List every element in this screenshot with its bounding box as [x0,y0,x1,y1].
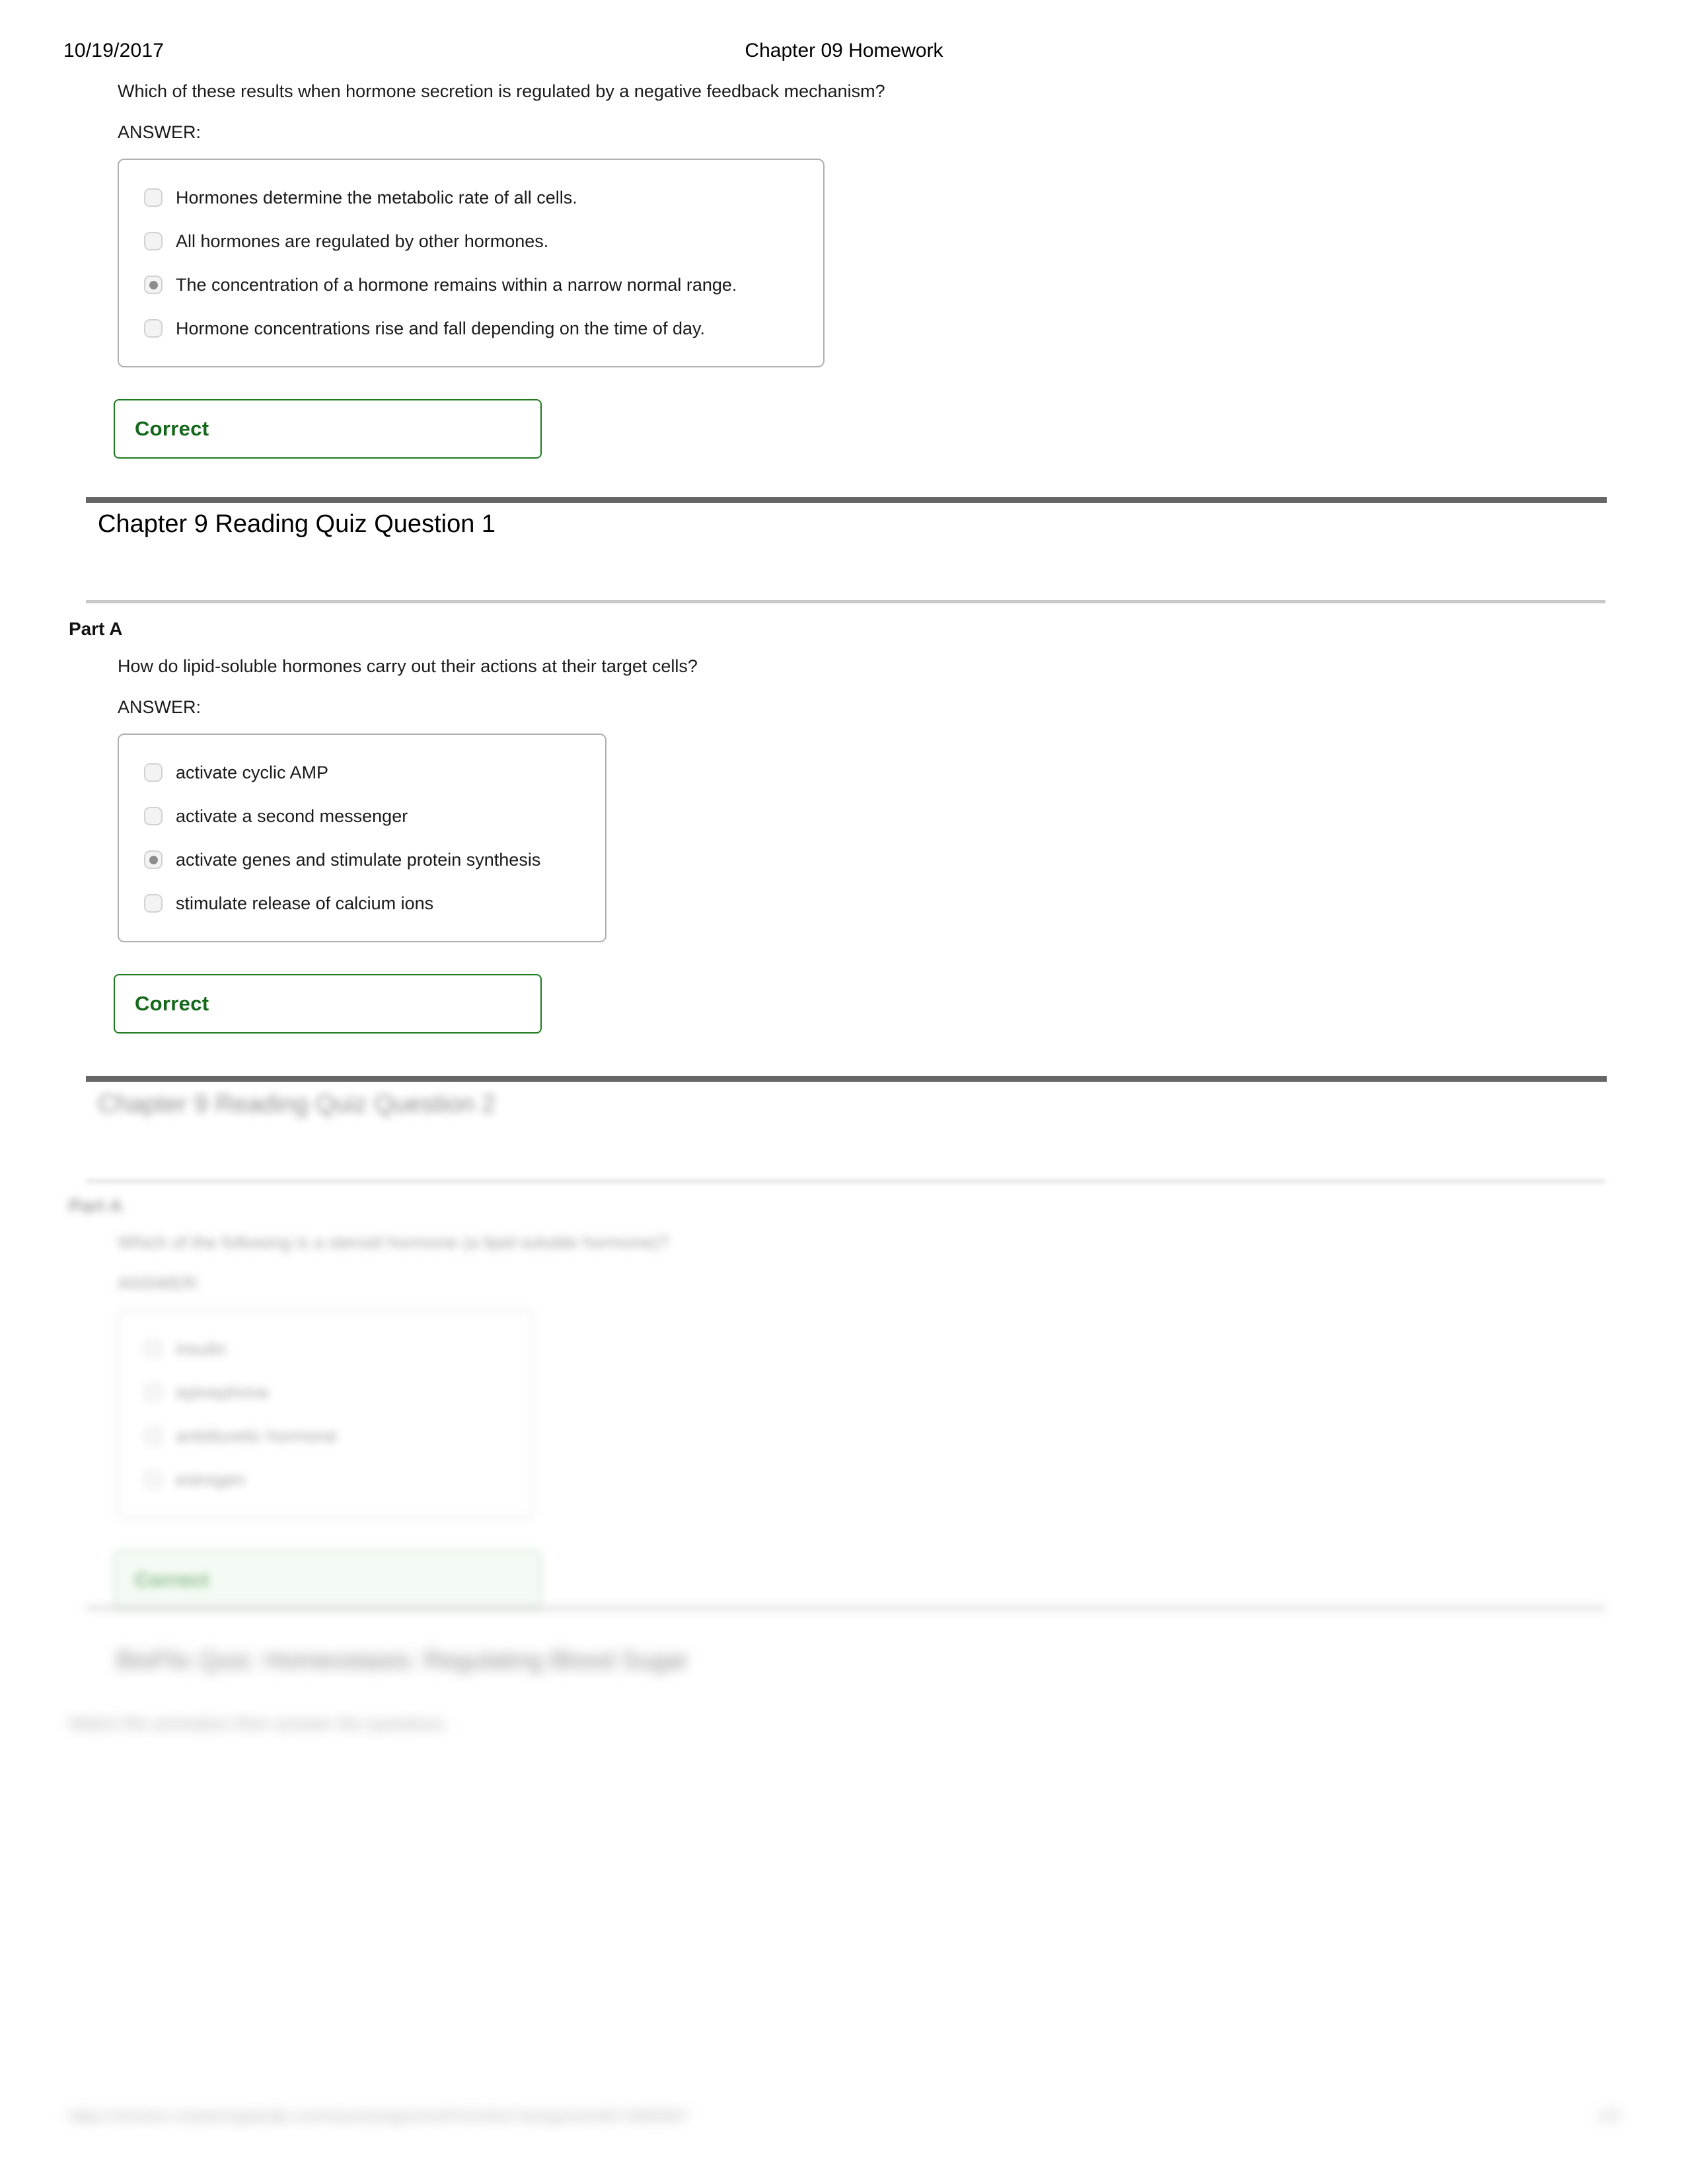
option-label: activate a second messenger [176,806,408,826]
option-row[interactable]: The concentration of a hormone remains w… [119,263,823,307]
radio-unselected-icon[interactable] [144,1339,163,1358]
question-stem: How do lipid-soluble hormones carry out … [118,656,698,676]
options-box: Hormones determine the metabolic rate of… [118,159,825,367]
radio-unselected-icon[interactable] [144,319,163,338]
section-divider-light [86,1606,1605,1610]
option-label: Hormone concentrations rise and fall dep… [176,319,705,338]
radio-selected-icon[interactable] [144,850,163,869]
section-subtitle: Watch the animation then answer the ques… [69,1713,449,1733]
section-divider-light [86,1180,1605,1183]
option-label: insulin [176,1339,227,1359]
option-label: activate genes and stimulate protein syn… [176,850,541,870]
option-row[interactable]: antidiuretic hormone [119,1414,532,1458]
result-banner-correct: Correct [114,974,542,1034]
header-title: Chapter 09 Homework [745,40,943,61]
radio-unselected-icon[interactable] [144,1383,163,1402]
radio-unselected-icon[interactable] [144,1427,163,1445]
option-row[interactable]: activate cyclic AMP [119,751,605,794]
result-text: Correct [135,992,209,1015]
option-row[interactable]: estrogen [119,1458,532,1501]
option-label: activate cyclic AMP [176,763,329,782]
question-stem: Which of these results when hormone secr… [118,81,885,101]
footer-url: https://session.masteringaandp.com/myct/… [69,2107,690,2125]
part-label: Part A [69,1195,123,1216]
option-label: stimulate release of calcium ions [176,893,434,913]
radio-unselected-icon[interactable] [144,763,163,782]
options-box: insulin epinephrine antidiuretic hormone… [118,1310,534,1519]
option-row[interactable]: Hormone concentrations rise and fall dep… [119,307,823,350]
option-label: antidiuretic hormone [176,1426,338,1446]
question-stem: Which of the following is a steroid horm… [118,1232,669,1252]
answer-label: ANSWER: [118,1273,202,1293]
answer-label: ANSWER: [118,122,202,142]
section-divider-dark [86,1076,1607,1082]
option-label: epinephrine [176,1382,270,1402]
page-footer: https://session.masteringaandp.com/myct/… [0,2105,1688,2140]
printed-assignment-page: 10/19/2017 Chapter 09 Homework Which of … [0,0,1688,2184]
radio-unselected-icon[interactable] [144,807,163,825]
radio-unselected-icon[interactable] [144,188,163,207]
option-label: The concentration of a hormone remains w… [176,275,737,295]
option-row[interactable]: epinephrine [119,1371,532,1414]
option-label: Hormones determine the metabolic rate of… [176,188,577,207]
section-divider-dark [86,497,1607,503]
answer-label: ANSWER: [118,697,202,717]
section-title: Chapter 9 Reading Quiz Question 2 [98,1090,496,1118]
radio-selected-icon[interactable] [144,276,163,294]
option-row[interactable]: All hormones are regulated by other horm… [119,219,823,263]
result-text: Correct [135,417,209,440]
result-text: Correct [135,1568,209,1591]
radio-unselected-icon[interactable] [144,232,163,250]
page-header: 10/19/2017 Chapter 09 Homework [0,38,1688,67]
section-divider-light [86,600,1605,603]
option-row[interactable]: insulin [119,1327,532,1371]
section-title: Chapter 9 Reading Quiz Question 1 [98,510,496,538]
radio-unselected-icon[interactable] [144,894,163,913]
option-label: estrogen [176,1470,246,1489]
option-row[interactable]: stimulate release of calcium ions [119,882,605,925]
part-label: Part A [69,619,123,639]
result-banner-correct: Correct [114,1550,542,1610]
question-block-quiz2: Which of the following is a steroid horm… [0,1230,1688,1610]
option-row[interactable]: Hormones determine the metabolic rate of… [119,176,823,219]
options-box: activate cyclic AMP activate a second me… [118,734,606,942]
option-row[interactable]: activate a second messenger [119,794,605,838]
footer-page-indicator: 1/3 [1597,2107,1619,2125]
question-block-quiz1: How do lipid-soluble hormones carry out … [0,654,1688,1034]
option-row[interactable]: activate genes and stimulate protein syn… [119,838,605,882]
result-banner-correct: Correct [114,399,542,459]
option-label: All hormones are regulated by other horm… [176,231,549,251]
question-block-top: Which of these results when hormone secr… [0,79,1688,459]
radio-unselected-icon[interactable] [144,1470,163,1489]
section-title: BioFlix Quiz: Homeostasis: Regulating Bl… [116,1647,688,1675]
